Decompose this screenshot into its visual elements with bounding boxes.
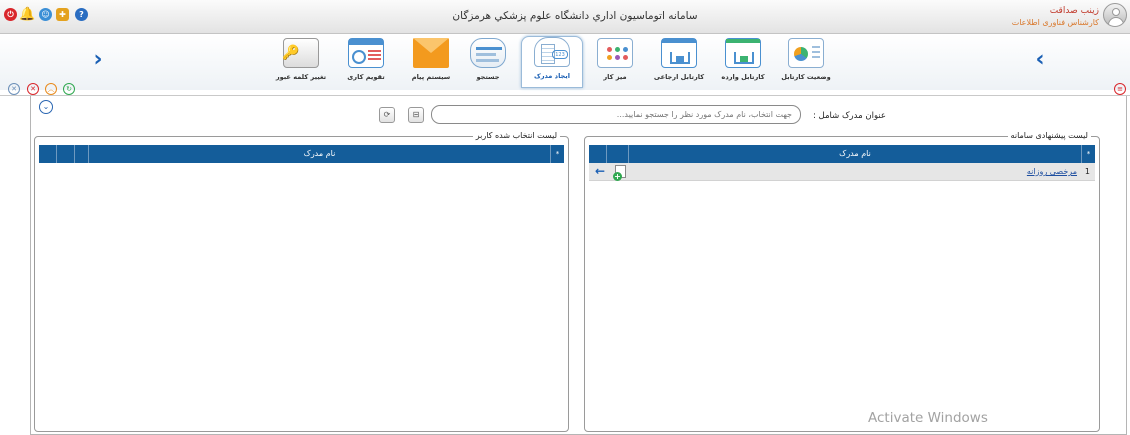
bell-icon[interactable]: 🔔 (19, 7, 35, 22)
grid-column-action (39, 145, 57, 163)
suggested-documents-panel: لیست پیشنهادی سامانه نام مدرک * 1 مرخصی … (584, 131, 1100, 432)
row-index: 1 (1084, 167, 1090, 176)
referral-tray-icon (661, 38, 697, 68)
tool-label: وضعیت کارتابل (781, 73, 831, 81)
content-area: ⌄ عنوان مدرک شامل : ⊟ ⟳ لیست انتخاب شده … (30, 96, 1127, 435)
collapse-icon[interactable]: ⌄ (39, 100, 53, 114)
grid-column-action (57, 145, 75, 163)
document-link[interactable]: مرخصی روزانه (1027, 167, 1077, 176)
close-window-icon[interactable]: ✕ (27, 83, 39, 95)
create-document-icon: 123 (534, 37, 570, 67)
grid-column-document-name[interactable]: نام مدرک (629, 145, 1081, 163)
tool-label: میز کار (603, 73, 627, 81)
tool-label: تقویم کاری (347, 73, 385, 81)
users-icon[interactable]: ☺ (39, 8, 52, 21)
calendar-icon (348, 38, 384, 68)
selected-grid-header: نام مدرک * (39, 145, 564, 163)
refresh-window-icon[interactable]: ↻ (63, 83, 75, 95)
suggested-grid-header: نام مدرک * (589, 145, 1095, 163)
user-name: زینب صداقت (1049, 6, 1099, 16)
pin-icon[interactable]: ✕ (8, 83, 20, 95)
power-icon[interactable]: ⏻ (4, 8, 17, 21)
table-row[interactable]: 1 مرخصی روزانه ← (589, 163, 1095, 181)
tool-search[interactable]: جستجو (457, 38, 519, 86)
grid-column-action (589, 145, 607, 163)
tool-desk[interactable]: میز کار (584, 38, 646, 86)
tool-inbox-tray[interactable]: کارتابل وارده (712, 38, 774, 86)
tool-label: سیستم پیام (411, 73, 451, 81)
refresh-search-icon[interactable]: ⟳ (379, 107, 395, 123)
document-search-input[interactable] (431, 105, 801, 124)
tool-change-password[interactable]: 🔑 تغییر کلمه عبور (270, 38, 332, 86)
grid-column-action (607, 145, 629, 163)
tool-label: تغییر کلمه عبور (275, 73, 327, 81)
puzzle-icon[interactable]: ✚ (56, 8, 69, 21)
inbox-tray-icon (725, 38, 761, 68)
arrow-left-icon[interactable]: ← (595, 164, 605, 178)
window-controls-bar: ✕ ✕ ︿ ↻ ≡ (0, 82, 1130, 96)
password-key-icon: 🔑 (282, 38, 319, 68)
search-label: عنوان مدرک شامل : (812, 111, 886, 121)
suggested-panel-title: لیست پیشنهادی سامانه (1007, 131, 1091, 140)
tool-message-system[interactable]: سیستم پیام (400, 38, 462, 86)
activate-windows-watermark: Activate Windows (868, 410, 988, 426)
grid-column-action (75, 145, 89, 163)
user-avatar[interactable] (1103, 3, 1127, 27)
tool-label: جستجو (476, 73, 500, 81)
tool-work-calendar[interactable]: تقویم کاری (335, 38, 397, 86)
tool-label: کارتابل وارده (721, 73, 765, 81)
envelope-icon (413, 38, 449, 68)
tool-label: ایجاد مدرک (533, 72, 571, 80)
tool-referral-tray[interactable]: کارتابل ارجاعی (648, 38, 710, 86)
app-title: سامانه اتوماسیون اداري دانشگاه علوم پزشک… (452, 10, 698, 22)
grid-column-document-name[interactable]: نام مدرک (89, 145, 550, 163)
tool-tray-status[interactable]: وضعیت کارتابل (775, 38, 837, 86)
grid-column-required: * (550, 145, 564, 163)
selected-panel-title: لیست انتخاب شده کاربر (472, 131, 560, 140)
desk-icon (597, 38, 633, 68)
selected-documents-panel: لیست انتخاب شده کاربر نام مدرک * (34, 131, 569, 432)
search-document-icon (470, 38, 506, 68)
chevron-right-icon[interactable]: › (88, 48, 108, 72)
tool-label: کارتابل ارجاعی (653, 73, 705, 81)
help-icon[interactable]: ? (75, 8, 88, 21)
status-chart-icon (788, 38, 824, 68)
title-bar: ⏻ 🔔 ☺ ✚ ? سامانه اتوماسیون اداري دانشگاه… (0, 0, 1130, 34)
grid-column-required: * (1081, 145, 1095, 163)
tool-create-document[interactable]: 123 ایجاد مدرک (521, 36, 583, 88)
chevron-left-icon[interactable]: ‹ (1030, 48, 1050, 72)
filter-icon[interactable]: ⊟ (408, 107, 424, 123)
minimize-window-icon[interactable]: ︿ (45, 83, 57, 95)
add-document-icon[interactable] (613, 165, 626, 181)
user-role: کارشناس فناوری اطلاعات (1011, 18, 1099, 27)
window-menu-icon[interactable]: ≡ (1114, 83, 1126, 95)
